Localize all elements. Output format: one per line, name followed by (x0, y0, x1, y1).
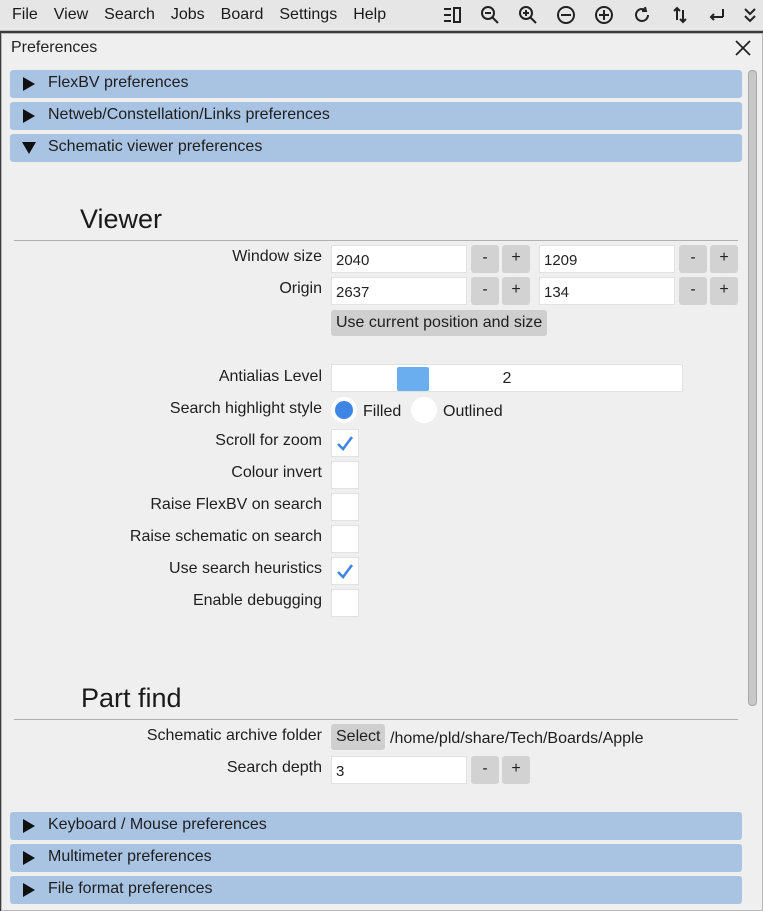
scroll-zoom-checkbox[interactable] (331, 429, 359, 457)
menu-file[interactable]: File (0, 0, 46, 30)
scrollbar-thumb[interactable] (748, 70, 757, 706)
search-depth-label: Search depth (226, 759, 322, 776)
archive-folder-label: Schematic archive folder (146, 727, 322, 744)
close-icon (735, 40, 751, 56)
search-depth-field[interactable]: 3 (331, 756, 467, 784)
raise-flexbv-label: Raise FlexBV on search (150, 496, 322, 513)
checkmark-icon (337, 436, 354, 451)
rotate-icon[interactable] (623, 0, 661, 30)
window-height-decrement[interactable]: - (679, 245, 707, 273)
search-heuristics-checkbox[interactable] (331, 557, 359, 585)
zoom-in-circle-icon[interactable] (585, 0, 623, 30)
window-width-decrement[interactable]: - (471, 245, 499, 273)
use-current-position-button[interactable]: Use current position and size (331, 310, 548, 336)
collapse-triangle-icon (22, 142, 36, 154)
radio-filled-label: Filled (363, 403, 402, 420)
origin-y-increment[interactable]: + (710, 277, 738, 305)
slider-value: 2 (502, 370, 512, 387)
antialias-label: Antialias Level (218, 368, 322, 385)
highlight-style-label: Search highlight style (169, 400, 322, 417)
origin-y-decrement[interactable]: - (679, 277, 707, 305)
origin-x-field[interactable]: 2637 (331, 277, 467, 305)
section-label: File format preferences (48, 880, 213, 897)
menubar: File View Search Jobs Board Settings Hel… (0, 0, 763, 31)
select-folder-button[interactable]: Select (331, 724, 386, 750)
radio-filled[interactable] (331, 397, 357, 423)
flip-horizontal-icon[interactable] (699, 0, 737, 30)
menu-settings[interactable]: Settings (271, 0, 345, 30)
expand-triangle-icon (23, 77, 35, 91)
zoom-in-magnifier-icon[interactable] (509, 0, 547, 30)
search-heuristics-label: Use search heuristics (169, 560, 322, 577)
section-keyboard-mouse[interactable]: Keyboard / Mouse preferences (10, 812, 742, 840)
search-depth-increment[interactable]: + (502, 756, 530, 784)
expand-triangle-icon (23, 109, 35, 123)
zoom-out-magnifier-icon[interactable] (471, 0, 509, 30)
raise-flexbv-checkbox[interactable] (331, 493, 359, 521)
menu-board[interactable]: Board (213, 0, 272, 30)
window-width-field[interactable]: 2040 (331, 245, 467, 273)
enable-debugging-label: Enable debugging (192, 592, 322, 609)
section-schematic-viewer[interactable]: Schematic viewer preferences (10, 134, 742, 162)
divider (14, 719, 738, 720)
expand-triangle-icon (23, 883, 35, 897)
section-netweb[interactable]: Netweb/Constellation/Links preferences (10, 102, 742, 130)
search-depth-decrement[interactable]: - (471, 756, 499, 784)
flip-vertical-icon[interactable] (661, 0, 699, 30)
origin-y-field[interactable]: 134 (539, 277, 675, 305)
window-height-increment[interactable]: + (710, 245, 738, 273)
window-size-label: Window size (232, 248, 322, 265)
expand-triangle-icon (23, 851, 35, 865)
origin-label: Origin (279, 280, 322, 297)
menu-view[interactable]: View (46, 0, 96, 30)
menu-jobs[interactable]: Jobs (163, 0, 213, 30)
raise-schematic-checkbox[interactable] (331, 525, 359, 553)
raise-schematic-label: Raise schematic on search (129, 528, 322, 545)
colour-invert-checkbox[interactable] (331, 461, 359, 489)
section-label: Schematic viewer preferences (48, 138, 263, 155)
close-button[interactable] (733, 38, 753, 58)
section-multimeter[interactable]: Multimeter preferences (10, 844, 742, 872)
divider (14, 240, 738, 241)
expand-triangle-icon (23, 819, 35, 833)
scroll-zoom-label: Scroll for zoom (215, 432, 322, 449)
window-title: Preferences (11, 39, 98, 56)
origin-x-decrement[interactable]: - (471, 277, 499, 305)
radio-outlined-label: Outlined (443, 403, 503, 420)
menu-search[interactable]: Search (96, 0, 163, 30)
part-find-heading: Part find (81, 683, 182, 713)
colour-invert-label: Colour invert (231, 464, 322, 481)
window-height-field[interactable]: 1209 (539, 245, 675, 273)
list-view-icon[interactable] (433, 0, 471, 30)
title-bar: Preferences (2, 34, 762, 62)
enable-debugging-checkbox[interactable] (331, 589, 359, 617)
window-width-increment[interactable]: + (502, 245, 530, 273)
section-label: Multimeter preferences (48, 848, 212, 865)
section-label: FlexBV preferences (48, 74, 189, 91)
section-flexbv[interactable]: FlexBV preferences (10, 70, 742, 98)
viewer-heading: Viewer (80, 204, 163, 234)
scrollbar[interactable] (746, 70, 760, 906)
zoom-out-circle-icon[interactable] (547, 0, 585, 30)
radio-outlined[interactable] (411, 397, 437, 423)
overflow-menu-icon[interactable] (737, 0, 763, 30)
archive-folder-path: /home/pld/share/Tech/Boards/Apple (390, 730, 644, 747)
section-file-format[interactable]: File format preferences (10, 876, 742, 904)
menu-help[interactable]: Help (345, 0, 394, 30)
preferences-window: Preferences FlexBV preferences Netweb/Co… (1, 33, 763, 911)
checkmark-icon (337, 564, 354, 579)
section-label: Netweb/Constellation/Links preferences (48, 106, 330, 123)
antialias-slider[interactable]: 2 (331, 364, 683, 392)
origin-x-increment[interactable]: + (502, 277, 530, 305)
toolbar (433, 0, 763, 30)
section-label: Keyboard / Mouse preferences (48, 816, 267, 833)
